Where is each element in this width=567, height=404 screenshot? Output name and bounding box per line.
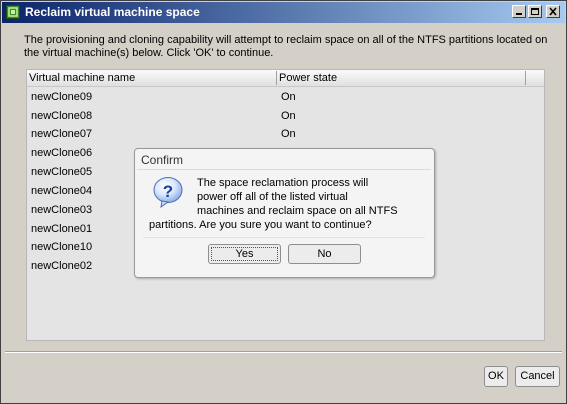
column-divider[interactable] — [525, 71, 526, 85]
vm-name: newClone08 — [31, 110, 93, 122]
close-icon — [549, 7, 557, 16]
reclaim-space-window: Reclaim virtual machine space The provis… — [0, 0, 567, 404]
list-header: Virtual machine name Power state — [27, 70, 544, 87]
confirm-message: The space reclamation process will power… — [149, 176, 429, 232]
description-text: The provisioning and cloning capability … — [24, 34, 548, 59]
footer-divider — [5, 351, 562, 353]
vm-name: newClone09 — [31, 91, 93, 103]
vm-name: newClone05 — [31, 166, 93, 178]
vm-name: newClone01 — [31, 223, 93, 235]
vm-name: newClone07 — [31, 128, 93, 140]
yes-button[interactable]: Yes — [208, 244, 281, 264]
confirm-message-line: partitions. Are you sure you want to con… — [149, 219, 372, 231]
confirm-title: Confirm — [141, 153, 184, 167]
maximize-button[interactable] — [528, 5, 542, 18]
close-button[interactable] — [546, 5, 560, 18]
no-button[interactable]: No — [288, 244, 361, 264]
confirm-title-divider — [137, 169, 431, 170]
minimize-icon — [516, 13, 522, 15]
confirm-message-line: The space reclamation process will — [197, 177, 369, 189]
window-title: Reclaim virtual machine space — [25, 5, 200, 19]
vm-name: newClone10 — [31, 241, 93, 253]
table-row[interactable]: newClone08 On — [27, 107, 544, 126]
app-icon — [6, 5, 20, 19]
title-bar[interactable]: Reclaim virtual machine space — [2, 2, 565, 23]
cancel-button[interactable]: Cancel — [515, 366, 560, 387]
power-state: On — [281, 110, 296, 122]
vm-name: newClone03 — [31, 204, 93, 216]
ok-button[interactable]: OK — [484, 366, 508, 387]
column-divider[interactable] — [276, 71, 277, 85]
minimize-button[interactable] — [512, 5, 526, 18]
confirm-message-line: machines and reclaim space on all NTFS — [197, 205, 398, 217]
maximize-icon — [531, 8, 539, 15]
column-header-power-state[interactable]: Power state — [279, 71, 337, 85]
table-row[interactable]: newClone07 On — [27, 125, 544, 144]
column-header-name[interactable]: Virtual machine name — [29, 71, 135, 85]
confirm-button-divider — [143, 237, 425, 238]
power-state: On — [281, 128, 296, 140]
vm-name: newClone06 — [31, 147, 93, 159]
table-row[interactable]: newClone09 On — [27, 88, 544, 107]
vm-name: newClone02 — [31, 260, 93, 272]
power-state: On — [281, 91, 296, 103]
vm-name: newClone04 — [31, 185, 93, 197]
confirm-dialog: Confirm ? The space reclamation process … — [134, 148, 435, 278]
confirm-message-line: power off all of the listed virtual — [197, 191, 348, 203]
